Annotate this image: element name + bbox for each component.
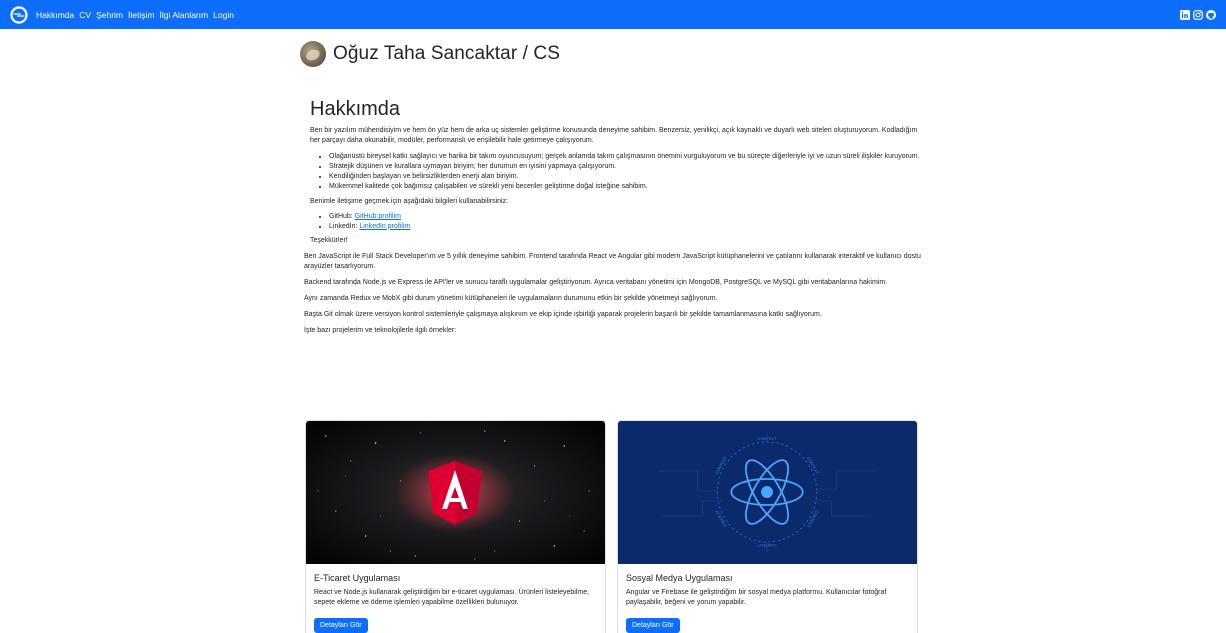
details-button[interactable]: Detayları Gör	[314, 618, 368, 633]
details-button[interactable]: Detayları Gör	[626, 618, 680, 633]
linkedin-profile-link[interactable]: LinkedIn profilim	[359, 223, 410, 230]
card-body: E-Ticaret Uygulaması React ve Node.js ku…	[306, 564, 605, 633]
ring-text: CONTEXT	[758, 436, 777, 441]
paragraph: Ben JavaScript ile Full Stack Developer'…	[304, 253, 921, 270]
card-body: Sosyal Medya Uygulaması Angular ve Fireb…	[618, 564, 917, 633]
project-card-sosyal-medya: CONTEXT CONTEXT CONTEXT CONTEXT CONTEXT CONTE…	[617, 420, 918, 633]
about-heading: Hakkımda	[310, 98, 401, 120]
card-title: Sosyal Medya Uygulaması	[626, 573, 733, 583]
card-title: E-Ticaret Uygulaması	[314, 573, 401, 583]
project-card-eticaret: E-Ticaret Uygulaması React ve Node.js ku…	[305, 420, 606, 633]
list-item: LinkedIn: LinkedIn profilim	[329, 222, 924, 232]
ring-text: CONTEXT	[757, 543, 776, 548]
card-text: Angular ve Firebase ile geliştirdiğim bi…	[626, 589, 887, 606]
thanks-text: Teşekkürler!	[310, 237, 348, 244]
github-profile-link[interactable]: GitHub profilim	[355, 213, 401, 220]
nav-links: Hakkımda CV Şehrim İletişim İlgi Alanlar…	[36, 10, 239, 20]
paragraph: İşte bazı projelerim ve teknolojilerle i…	[304, 327, 457, 334]
brand-logo-icon[interactable]	[10, 5, 28, 24]
social-icons	[1180, 9, 1216, 20]
list-item: Kendiliğinden başlayan ve belirsizlikler…	[329, 172, 924, 182]
linkedin-icon[interactable]	[1180, 9, 1190, 20]
card-text: React ve Node.js kullanarak geliştirdiği…	[314, 589, 590, 606]
list-item: GitHub: GitHub profilim	[329, 212, 924, 222]
site-header: Oğuz Taha Sancaktar / CS	[300, 41, 560, 67]
list-item: Stratejik düşünen ve kurallara uymayan b…	[329, 162, 924, 172]
paragraph: Başta Git olmak üzere versiyon kontrol s…	[304, 311, 822, 318]
paragraph: Backend tarafında Node.js ve Express ile…	[304, 279, 888, 286]
nav-link-cv[interactable]: CV	[79, 10, 91, 20]
contact-intro: Benimle iletişime geçmek için aşağıdaki …	[310, 198, 509, 205]
nav-link-iletisim[interactable]: İletişim	[128, 10, 154, 20]
paragraph: Aynı zamanda Redux ve MobX gibi durum yö…	[304, 295, 718, 302]
project-image-angular	[306, 421, 605, 564]
nav-link-login[interactable]: Login	[213, 10, 234, 20]
list-item: Mükemmel kalitede çok bağımsız çalışabil…	[329, 182, 924, 192]
instagram-icon[interactable]	[1193, 9, 1203, 20]
about-bullets: Olağanüstü bireysel katkı sağlayıcı ve h…	[323, 152, 924, 192]
about-section: Hakkımda Ben bir yazılım mühendisiyim ve…	[304, 98, 924, 342]
about-intro: Ben bir yazılım mühendisiyim ve hem ön y…	[310, 127, 918, 144]
nav-link-hakkimda[interactable]: Hakkımda	[36, 10, 74, 20]
site-title: Oğuz Taha Sancaktar / CS	[333, 43, 561, 64]
list-item: Olağanüstü bireysel katkı sağlayıcı ve h…	[329, 152, 924, 162]
project-image-react: CONTEXTCONTEXTCONTEXTCONTEXTCONTEXTCONTE…	[618, 421, 917, 564]
github-label: GitHub:	[329, 213, 355, 220]
top-navbar: Hakkımda CV Şehrim İletişim İlgi Alanlar…	[0, 0, 1226, 29]
nav-link-sehrim[interactable]: Şehrim	[96, 10, 123, 20]
avatar	[300, 41, 326, 67]
contact-links: GitHub: GitHub profilim LinkedIn: Linked…	[323, 212, 924, 231]
linkedin-label: LinkedIn:	[329, 222, 360, 230]
github-icon[interactable]	[1206, 9, 1216, 20]
nav-link-ilgi-alanlarim[interactable]: İlgi Alanlarım	[159, 10, 208, 20]
